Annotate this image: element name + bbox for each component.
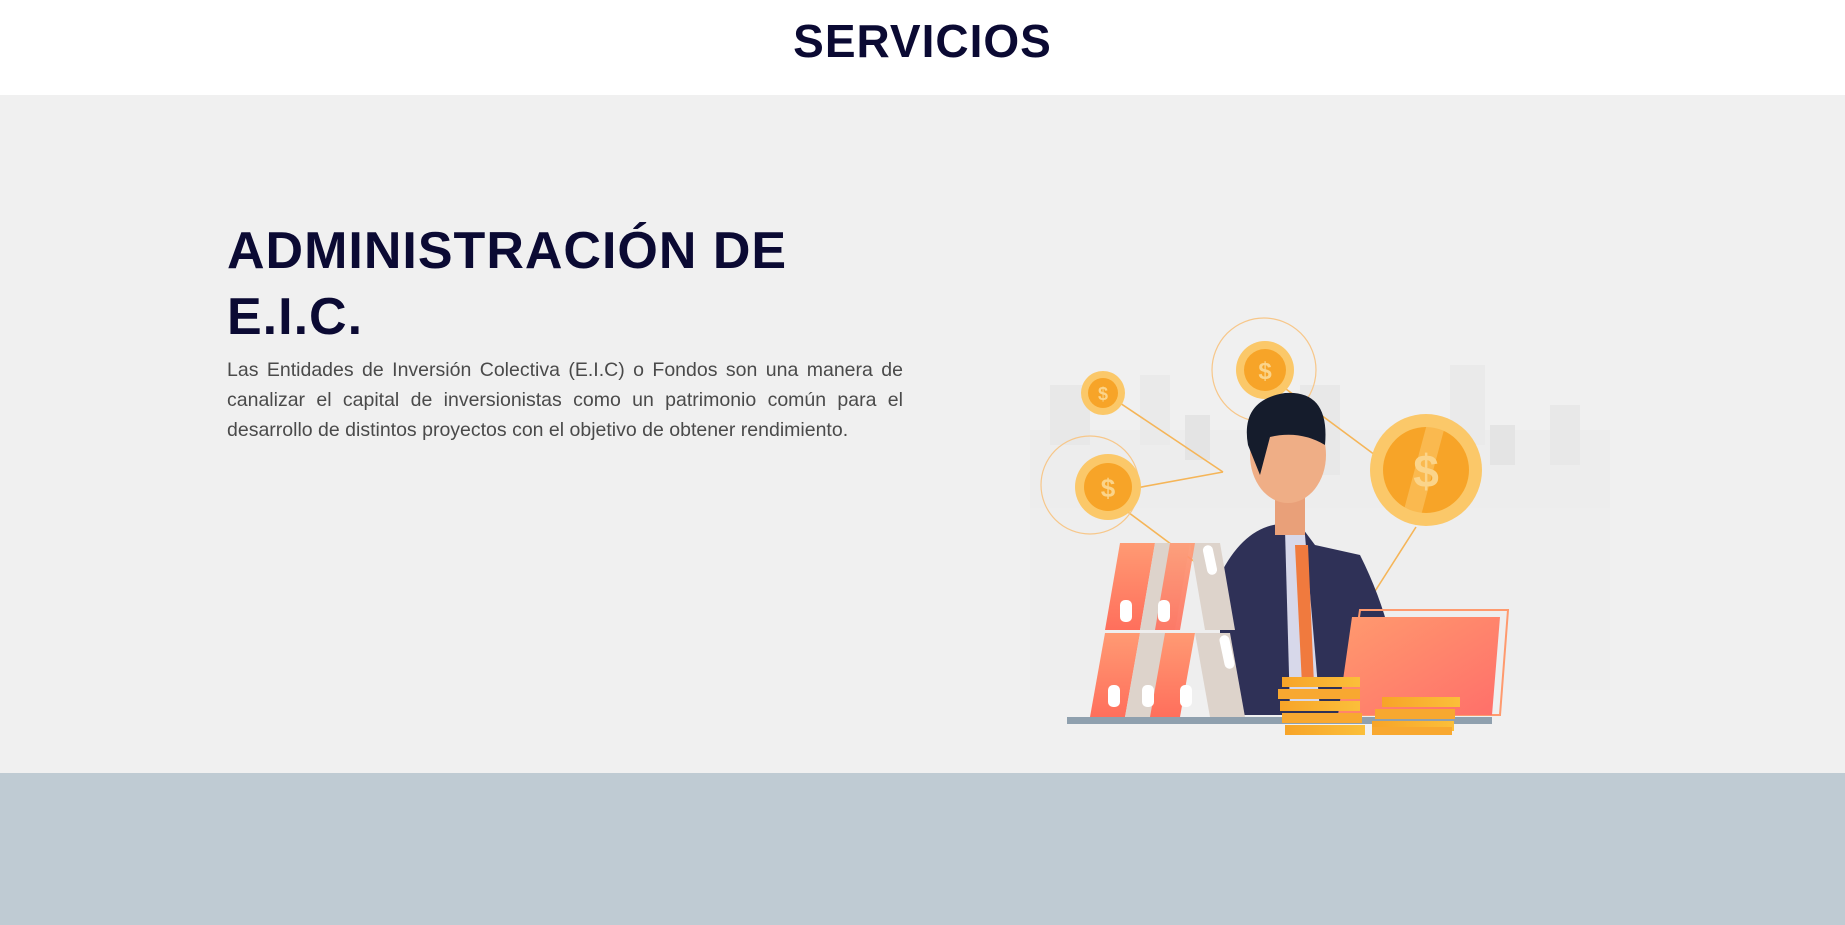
svg-text:$: $ — [1098, 384, 1108, 404]
bottom-band — [0, 773, 1845, 925]
svg-text:$: $ — [1258, 358, 1272, 385]
top-header: SERVICIOS — [0, 0, 1845, 95]
service-title: ADMINISTRACIÓN DE E.I.C. — [227, 218, 827, 350]
svg-text:$: $ — [1413, 445, 1439, 497]
businessman-coins-illustration: $ $ $ $ — [1030, 317, 1610, 735]
service-title-line1: ADMINISTRACIÓN DE — [227, 222, 788, 280]
page-title: SERVICIOS — [793, 15, 1052, 67]
service-description: Las Entidades de Inversión Colectiva (E.… — [227, 359, 903, 441]
coin-left-icon: $ — [1075, 454, 1141, 520]
service-title-line2: E.I.C. — [227, 288, 364, 346]
svg-text:$: $ — [1101, 473, 1116, 503]
coin-large-right-icon: $ — [1370, 414, 1482, 526]
service-section: ADMINISTRACIÓN DE E.I.C. Las Entidades d… — [0, 95, 1845, 773]
coin-medium-top-icon: $ — [1236, 341, 1294, 399]
coin-small-top-left-icon: $ — [1081, 371, 1125, 415]
